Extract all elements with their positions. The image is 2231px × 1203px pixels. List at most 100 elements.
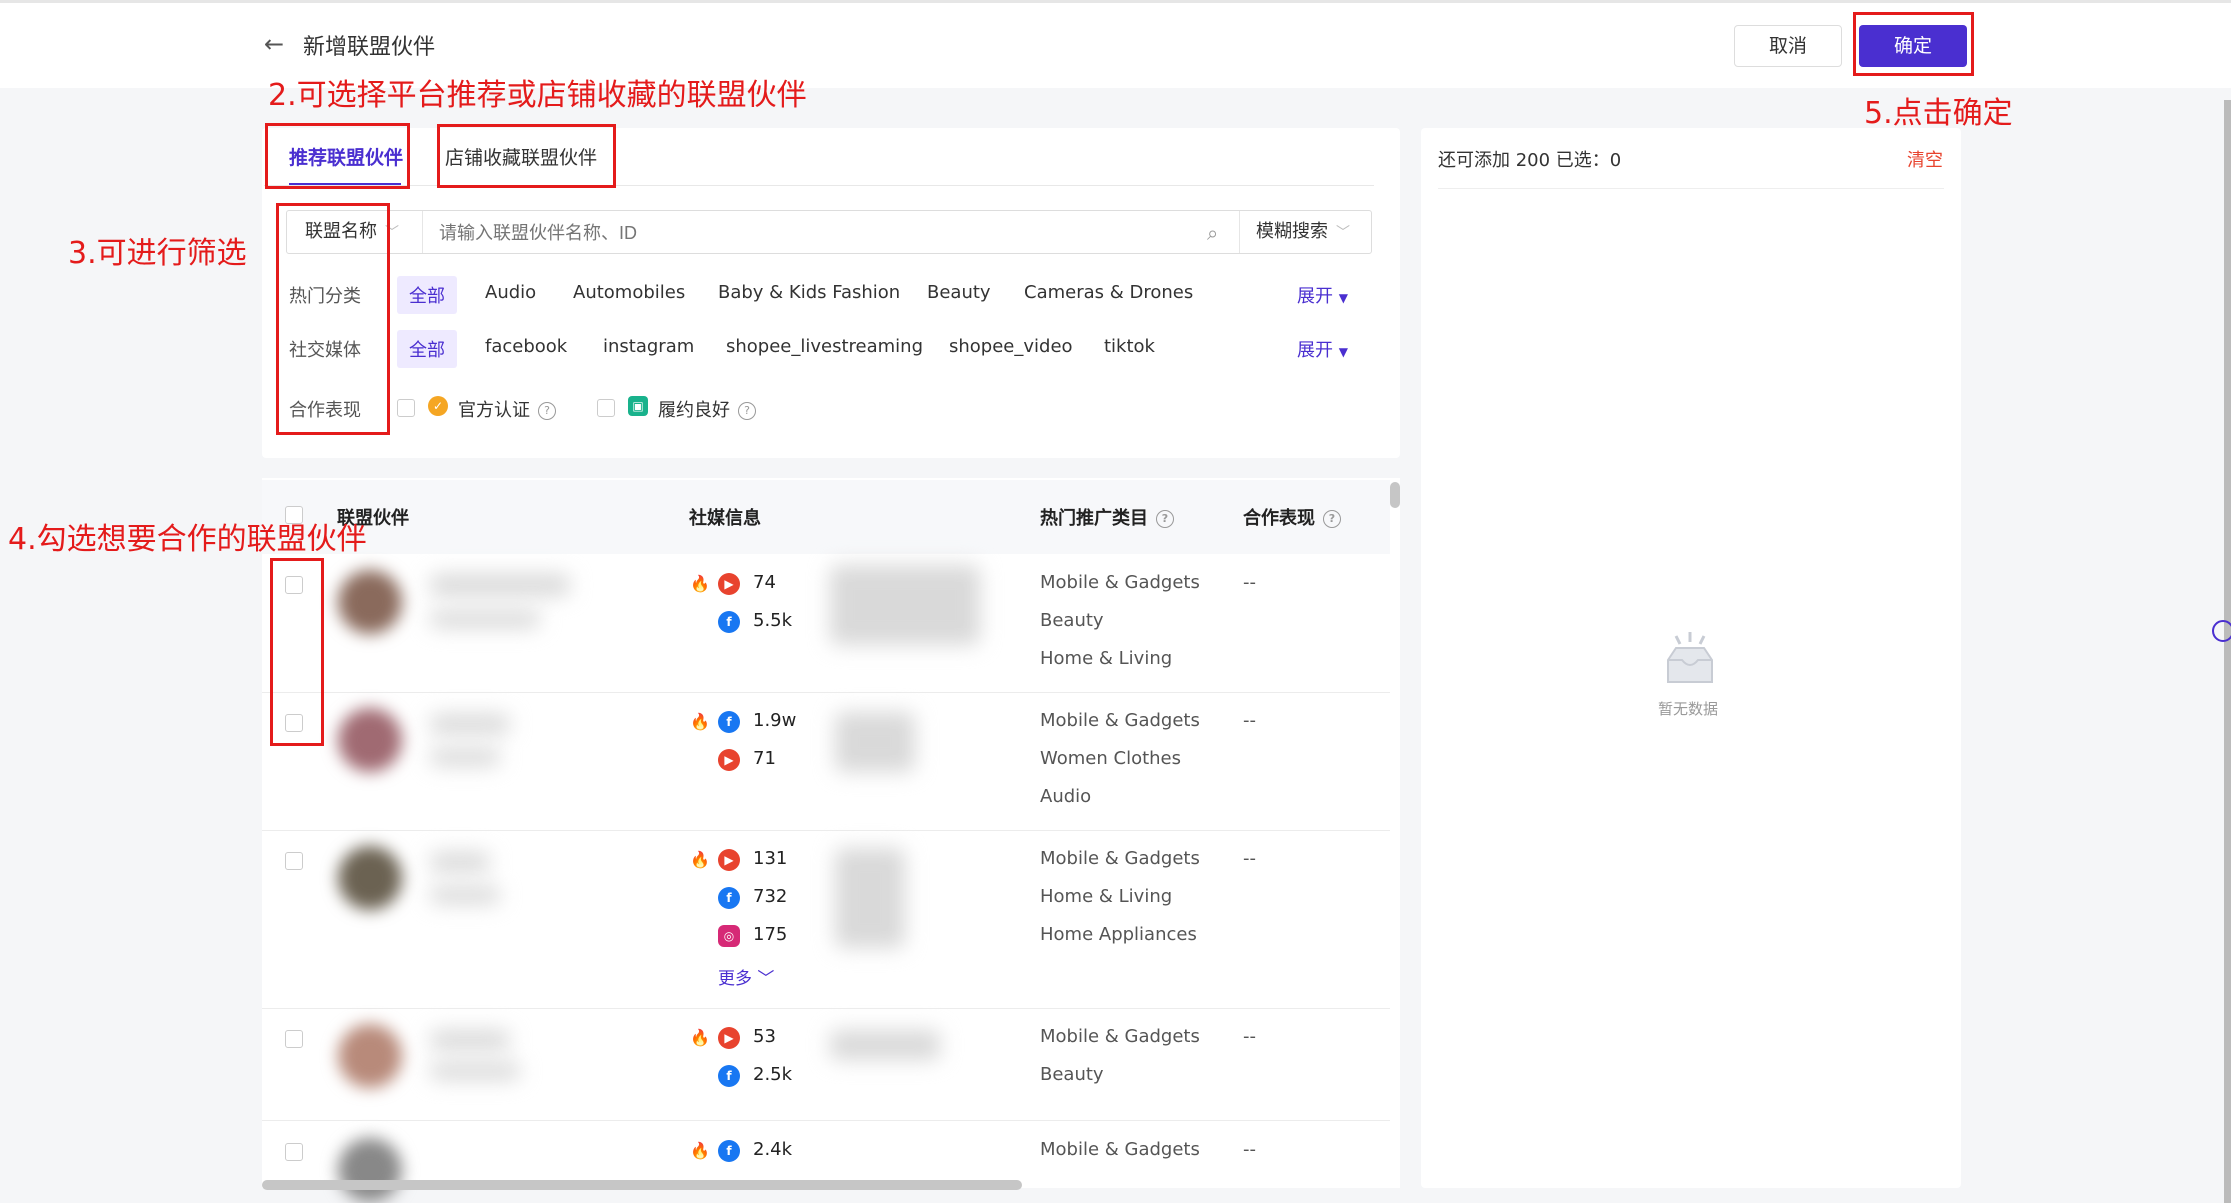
column-header-category-label: 热门推广类目 bbox=[1040, 508, 1148, 529]
social-expand-button[interactable]: 展开 ▼ bbox=[1297, 336, 1348, 362]
performance-option: 官方认证? bbox=[458, 396, 556, 422]
chevron-down-icon: ﹀ bbox=[1336, 225, 1350, 241]
cancel-button[interactable]: 取消 bbox=[1734, 25, 1842, 67]
blurred-preview bbox=[830, 565, 980, 645]
empty-state-text: 暂无数据 bbox=[1658, 700, 1719, 718]
search-bar: 联盟名称﹀ ⌕ 模糊搜索﹀ bbox=[286, 210, 1372, 255]
category-text: Mobile & Gadgets bbox=[1040, 572, 1200, 593]
blurred-name bbox=[430, 574, 570, 596]
gift-icon: ▣ bbox=[628, 396, 648, 416]
social-chip-all[interactable]: 全部 bbox=[397, 330, 457, 368]
blurred-preview bbox=[830, 1030, 940, 1060]
follower-count: 131 bbox=[753, 848, 788, 869]
follower-count: 2.5k bbox=[753, 1064, 793, 1085]
annotation-box-confirm bbox=[1853, 12, 1974, 76]
blurred-name bbox=[430, 1030, 510, 1050]
back-arrow-icon[interactable]: ← bbox=[264, 30, 284, 58]
column-header-social: 社媒信息 bbox=[689, 508, 761, 529]
hot-fire-icon: 🔥 bbox=[690, 712, 710, 731]
category-text: Audio bbox=[1040, 786, 1092, 807]
category-text: Beauty bbox=[1040, 1064, 1104, 1085]
page-title: 新增联盟伙伴 bbox=[303, 35, 436, 60]
help-icon[interactable]: ? bbox=[1323, 510, 1341, 528]
category-text: Mobile & Gadgets bbox=[1040, 710, 1200, 731]
row-divider bbox=[262, 1008, 1390, 1009]
empty-inbox-icon bbox=[1667, 632, 1713, 683]
expand-label: 展开 bbox=[1297, 340, 1333, 361]
category-chip-all[interactable]: 全部 bbox=[397, 276, 457, 314]
blurred-preview bbox=[835, 848, 905, 948]
youtube-icon: ▶ bbox=[718, 573, 740, 595]
performance-value: -- bbox=[1243, 1026, 1256, 1047]
facebook-icon: f bbox=[718, 1065, 740, 1087]
performance-value: -- bbox=[1243, 572, 1256, 593]
avatar bbox=[338, 708, 402, 772]
follower-count: 71 bbox=[753, 748, 776, 769]
category-text: Mobile & Gadgets bbox=[1040, 1139, 1200, 1160]
good-fulfillment-checkbox[interactable] bbox=[597, 399, 615, 417]
category-chip[interactable]: Cameras & Drones bbox=[1024, 282, 1193, 303]
show-more-label: 更多 bbox=[718, 969, 752, 989]
category-text: Beauty bbox=[1040, 610, 1104, 631]
search-mode-select[interactable]: 模糊搜索 ﹀ bbox=[1239, 211, 1371, 253]
social-chip[interactable]: shopee_livestreaming bbox=[726, 336, 923, 357]
category-text: Mobile & Gadgets bbox=[1040, 1026, 1200, 1047]
hot-fire-icon: 🔥 bbox=[690, 1028, 710, 1047]
help-icon[interactable]: ? bbox=[738, 402, 756, 420]
follower-count: 2.4k bbox=[753, 1139, 793, 1160]
horizontal-scrollbar[interactable] bbox=[262, 1180, 1022, 1190]
page-scrollbar[interactable] bbox=[2224, 100, 2231, 1203]
social-chip[interactable]: tiktok bbox=[1104, 336, 1155, 357]
certified-badge-icon: ✓ bbox=[428, 396, 448, 416]
search-mode-label: 模糊搜索 bbox=[1256, 221, 1328, 242]
follower-count: 53 bbox=[753, 1026, 776, 1047]
youtube-icon: ▶ bbox=[718, 749, 740, 771]
category-chip[interactable]: Beauty bbox=[927, 282, 991, 303]
row-checkbox[interactable] bbox=[285, 1030, 303, 1048]
category-chip[interactable]: Automobiles bbox=[573, 282, 685, 303]
performance-value: -- bbox=[1243, 710, 1256, 731]
selection-summary: 还可添加 200 已选：0 bbox=[1438, 150, 1622, 171]
annotation-step-2: 2.可选择平台推荐或店铺收藏的联盟伙伴 bbox=[268, 78, 807, 113]
social-chip[interactable]: shopee_video bbox=[949, 336, 1073, 357]
row-checkbox[interactable] bbox=[285, 1143, 303, 1161]
category-chip[interactable]: Baby & Kids Fashion bbox=[718, 282, 900, 303]
blurred-name bbox=[430, 714, 510, 734]
category-chip[interactable]: Audio bbox=[485, 282, 536, 303]
official-certified-checkbox[interactable] bbox=[397, 399, 415, 417]
social-chip[interactable]: instagram bbox=[603, 336, 694, 357]
hot-fire-icon: 🔥 bbox=[690, 850, 710, 869]
avatar bbox=[338, 1024, 402, 1088]
annotation-box-tab bbox=[265, 123, 410, 189]
performance-value: -- bbox=[1243, 1139, 1256, 1160]
category-text: Women Clothes bbox=[1040, 748, 1181, 769]
avatar bbox=[338, 570, 402, 634]
circle-icon[interactable] bbox=[2212, 620, 2231, 642]
search-input[interactable] bbox=[437, 211, 1171, 255]
help-icon[interactable]: ? bbox=[538, 402, 556, 420]
category-text: Home & Living bbox=[1040, 648, 1173, 669]
table-vertical-scrollbar[interactable] bbox=[1390, 482, 1400, 508]
help-icon[interactable]: ? bbox=[1156, 510, 1174, 528]
blurred-preview bbox=[835, 712, 915, 772]
selection-divider bbox=[1438, 188, 1944, 189]
performance-value: -- bbox=[1243, 848, 1256, 869]
show-more-link[interactable]: 更多 ﹀ bbox=[718, 964, 774, 989]
performance-option-label: 官方认证 bbox=[458, 400, 530, 421]
blurred-id bbox=[430, 1062, 520, 1080]
blurred-id bbox=[430, 748, 500, 766]
clear-button[interactable]: 清空 bbox=[1907, 146, 1943, 172]
table-header bbox=[262, 480, 1390, 554]
social-chip[interactable]: facebook bbox=[485, 336, 567, 357]
row-checkbox[interactable] bbox=[285, 852, 303, 870]
performance-option-label: 履约良好 bbox=[658, 400, 730, 421]
category-text: Mobile & Gadgets bbox=[1040, 848, 1200, 869]
expand-label: 展开 bbox=[1297, 286, 1333, 307]
hot-fire-icon: 🔥 bbox=[690, 574, 710, 593]
row-divider bbox=[262, 830, 1390, 831]
annotation-step-3: 3.可进行筛选 bbox=[68, 236, 247, 271]
facebook-icon: f bbox=[718, 887, 740, 909]
row-divider bbox=[262, 692, 1390, 693]
search-icon[interactable]: ⌕ bbox=[1207, 221, 1218, 245]
category-expand-button[interactable]: 展开 ▼ bbox=[1297, 282, 1348, 308]
